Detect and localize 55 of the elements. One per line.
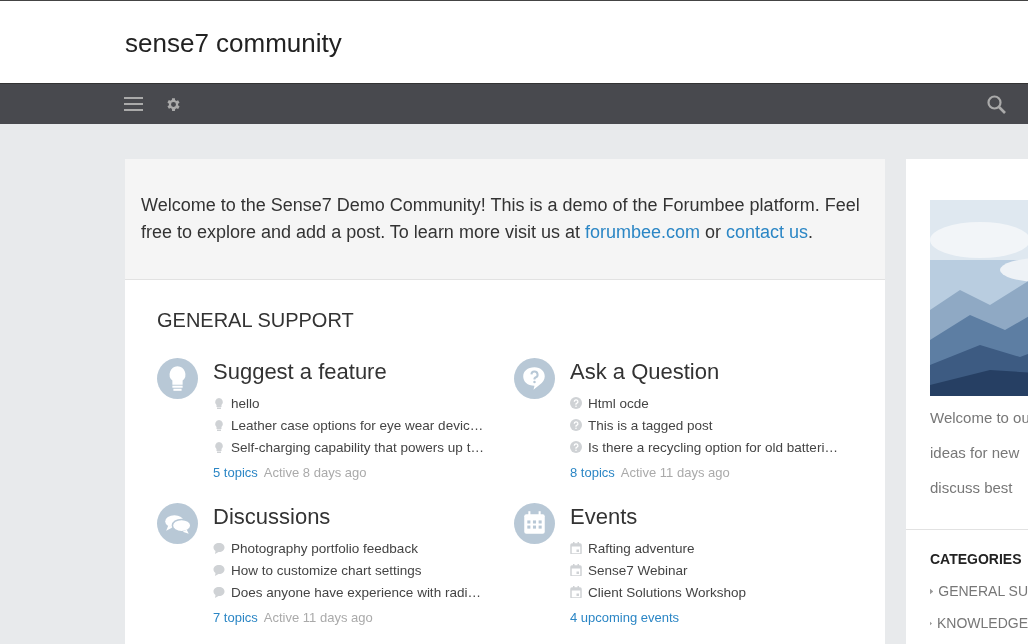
section-title: GENERAL SUPPORT (157, 309, 355, 332)
question-bubble-icon (514, 358, 555, 399)
calendar-icon (570, 564, 582, 576)
speech-bubble-icon (213, 542, 225, 554)
category-link[interactable]: GENERAL SU (938, 583, 1028, 599)
question-icon (570, 419, 582, 431)
category-title[interactable]: Discussions (213, 503, 481, 531)
lightbulb-icon (213, 397, 225, 409)
lightbulb-icon (213, 419, 225, 431)
settings-icon[interactable] (165, 95, 182, 113)
topic-link[interactable]: Is there a recycling option for old batteri… (588, 439, 838, 455)
activity-text: Active 11 days ago (263, 610, 373, 625)
caret-icon (930, 587, 934, 595)
topic-link[interactable]: Client Solutions Workshop (588, 584, 747, 600)
topic-count-link[interactable]: 4 upcoming events (570, 610, 680, 625)
activity-text: Active 8 days ago (263, 465, 367, 480)
category-title[interactable]: Events (570, 503, 747, 531)
category-title[interactable]: Ask a Question (570, 358, 838, 386)
topic-link[interactable]: Does anyone have experience with radi… (231, 584, 481, 600)
caret-icon (930, 619, 932, 627)
calendar-icon (570, 586, 582, 598)
topic-link[interactable]: Leather case options for eye wear devic… (231, 417, 484, 433)
link[interactable]: forumbee.com (584, 222, 700, 242)
topic-link[interactable]: Rafting adventure (588, 540, 695, 556)
search-icon[interactable] (987, 94, 1006, 114)
link[interactable]: contact us (726, 222, 809, 242)
speech-bubble-icon (213, 586, 225, 598)
topic-count-link[interactable]: 7 topics (213, 610, 258, 625)
topic-link[interactable]: Html ocde (588, 395, 649, 411)
lightbulb-icon (213, 441, 225, 453)
topic-link[interactable]: hello (231, 395, 260, 411)
calendar-icon (570, 542, 582, 554)
intro-text: ideas for new (930, 443, 1021, 463)
welcome-text: Welcome to the Sense7 Demo Community! This is a demo of the Forumbee platform. Feel free to explore and add a post. To learn more visit us at forumbee.com or contact us. (141, 195, 860, 242)
topic-count-link[interactable]: 5 topics (213, 465, 258, 480)
speech-bubbles-icon (157, 503, 198, 544)
category-title[interactable]: Suggest a feature (213, 358, 484, 386)
topic-link[interactable]: How to customize chart settings (231, 562, 422, 578)
speech-bubble-icon (213, 564, 225, 576)
site-title[interactable]: sense7 community (125, 28, 342, 58)
question-icon (570, 441, 582, 453)
lightbulb-icon (157, 358, 198, 399)
topic-link[interactable]: Sense7 Webinar (588, 562, 688, 578)
topic-link[interactable]: Self-charging capability that powers up t… (231, 439, 484, 455)
calendar-icon (514, 503, 555, 544)
categories-heading: CATEGORIES (930, 551, 1023, 567)
intro-text: discuss best (930, 478, 1014, 498)
question-icon (570, 397, 582, 409)
topic-link[interactable]: This is a tagged post (588, 417, 713, 433)
topic-count-link[interactable]: 8 topics (570, 465, 615, 480)
menu-icon[interactable] (124, 97, 143, 111)
intro-text: Welcome to ou (930, 408, 1028, 428)
category-link[interactable]: KNOWLEDGE (937, 615, 1028, 631)
activity-text: Active 11 days ago (620, 465, 730, 480)
topic-link[interactable]: Photography portfolio feedback (231, 540, 418, 556)
